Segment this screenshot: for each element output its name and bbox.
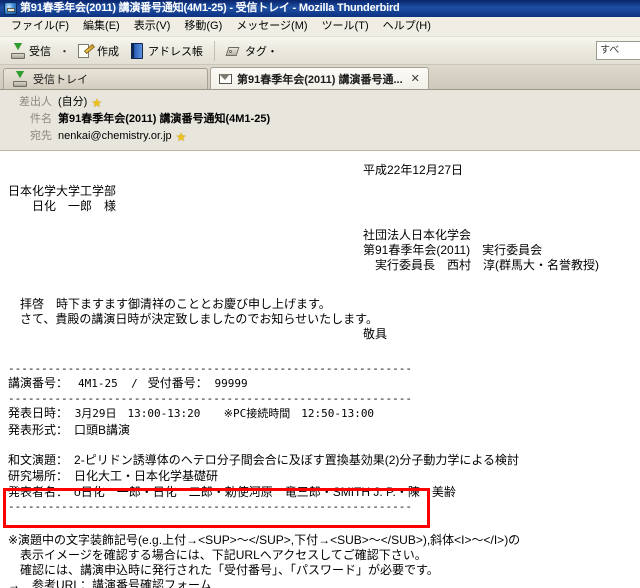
- menu-view[interactable]: 表示(V): [127, 18, 178, 35]
- spacer-3: [8, 273, 632, 287]
- to-star-icon[interactable]: ★: [176, 131, 187, 143]
- search-box-container: すべ: [596, 41, 640, 60]
- toolbar-divider: [214, 41, 215, 61]
- closing-word: 敬具: [8, 327, 632, 342]
- presentation-type-value: 口頭B講演: [74, 423, 130, 437]
- compose-button[interactable]: 作成: [73, 40, 124, 62]
- thunderbird-icon: [4, 2, 17, 15]
- tab-message-label: 第91春季年会(2011) 講演番号通...: [237, 71, 403, 87]
- address-book-button[interactable]: アドレス帳: [124, 40, 208, 62]
- authors-label: 発表者名：: [8, 485, 62, 499]
- header-row-to: 宛先 nenkai@chemistry.or.jp ★: [0, 128, 640, 145]
- menu-tools[interactable]: ツール(T): [315, 18, 376, 35]
- star-icon[interactable]: ★: [91, 97, 102, 109]
- tab-message[interactable]: 第91春季年会(2011) 講演番号通... ✕: [210, 67, 429, 89]
- tab-close-icon[interactable]: ✕: [411, 72, 420, 85]
- note-line-4: → 参考URL：講演番号確認フォーム: [8, 578, 632, 588]
- body-date: 平成22年12月27日: [8, 163, 632, 178]
- message-body-pane[interactable]: 平成22年12月27日 日本化学大学工学部 日化 一郎 様 社団法人日本化学会 …: [0, 151, 640, 588]
- menu-message[interactable]: メッセージ(M): [229, 18, 314, 35]
- lecture-number-row: 講演番号： 4M1-25 / 受付番号： 99999: [8, 375, 632, 392]
- title-jp-row: 和文演題： 2-ピリドン誘導体のヘテロ分子間会合に及ぼす置換基効果(2)分子動力…: [8, 452, 632, 468]
- menu-edit[interactable]: 編集(E): [76, 18, 127, 35]
- spacer-2: [8, 214, 632, 228]
- inbox-icon: [12, 71, 28, 87]
- note-line-2: 表示イメージを確認する場合には、下記URLへアクセスしてご確認下さい。: [8, 548, 632, 563]
- receipt-number-value: 99999: [214, 377, 247, 390]
- tag-icon: [226, 43, 242, 59]
- get-mail-dropdown-arrow[interactable]: ・: [56, 43, 73, 59]
- subject-label: 件名: [6, 112, 58, 127]
- message-body-content: 平成22年12月27日 日本化学大学工学部 日化 一郎 様 社団法人日本化学会 …: [0, 151, 640, 588]
- envelope-icon: [219, 74, 232, 84]
- window-title: 第91春季年会(2011) 講演番号通知(4M1-25) - 受信トレイ - M…: [20, 2, 400, 15]
- sender-committee: 第91春季年会(2011) 実行委員会: [8, 243, 632, 258]
- presentation-datetime-value: 3月29日 13:00-13:20: [75, 407, 201, 420]
- receipt-number-label: 受付番号：: [148, 376, 208, 390]
- main-toolbar: 受信 ・ 作成 アドレス帳 タグ・ すべ: [0, 37, 640, 65]
- tag-button[interactable]: タグ・: [221, 40, 283, 62]
- note-line-3: 確認には、講演申込時に発行された「受付番号」、「パスワード」が必要です。: [8, 563, 632, 578]
- presentation-type-row: 発表形式： 口頭B講演: [8, 422, 632, 438]
- search-input[interactable]: すべ: [596, 41, 640, 60]
- menu-bar: ファイル(F) 編集(E) 表示(V) 移動(G) メッセージ(M) ツール(T…: [0, 17, 640, 37]
- spacer-4: [8, 287, 632, 297]
- pc-connection-note: ※PC接続時間 12:50-13:00: [224, 407, 374, 420]
- divider-top: ----------------------------------------…: [8, 362, 632, 375]
- window-title-bar: 第91春季年会(2011) 講演番号通知(4M1-25) - 受信トレイ - M…: [0, 0, 640, 17]
- from-label: 差出人: [6, 95, 58, 110]
- get-mail-button[interactable]: 受信: [5, 40, 56, 62]
- menu-go[interactable]: 移動(G): [177, 18, 229, 35]
- get-mail-label: 受信: [29, 43, 51, 59]
- divider-mid: ----------------------------------------…: [8, 392, 632, 405]
- authors-row: 発表者名： o日化 一郎・日化 二郎・勅使河原 竜三郎・SMITH J. P.・…: [8, 484, 632, 500]
- tag-label: タグ・: [245, 43, 278, 59]
- slash-separator: /: [131, 377, 138, 390]
- compose-icon: [78, 43, 94, 59]
- authors-value: o日化 一郎・日化 二郎・勅使河原 竜三郎・SMITH J. P.・陳 美齢: [74, 485, 456, 499]
- recipient-name: 日化 一郎 様: [8, 199, 632, 214]
- compose-label: 作成: [97, 43, 119, 59]
- divider-bottom: ----------------------------------------…: [8, 500, 632, 513]
- title-jp-value: 2-ピリドン誘導体のヘテロ分子間会合に及ぼす置換基効果(2)分子動力学による検討: [74, 453, 519, 467]
- from-value: (自分): [58, 95, 87, 110]
- greeting-line-2: さて、貴殿の講演日時が決定致しましたのでお知らせいたします。: [8, 312, 632, 327]
- menu-help[interactable]: ヘルプ(H): [376, 18, 438, 35]
- sender-organization: 社団法人日本化学会: [8, 228, 632, 243]
- affiliation-value: 日化大工・日本化学基礎研: [74, 469, 218, 483]
- affiliation-label: 研究場所：: [8, 469, 62, 483]
- sender-chairman: 実行委員長 西村 淳(群馬大・名誉教授): [8, 258, 632, 273]
- title-jp-label: 和文演題：: [8, 453, 62, 467]
- lecture-number-value: 4M1-25: [78, 377, 118, 390]
- presentation-type-label: 発表形式：: [8, 423, 62, 437]
- presentation-datetime-label: 発表日時：: [8, 406, 68, 420]
- spacer-8: [8, 513, 632, 527]
- affiliation-row: 研究場所： 日化大工・日本化学基礎研: [8, 468, 632, 484]
- spacer-7: [8, 438, 632, 452]
- recipient-organization: 日本化学大学工学部: [8, 184, 632, 199]
- header-row-from: 差出人 (自分) ★: [0, 94, 640, 111]
- get-mail-icon: [10, 43, 26, 59]
- presentation-datetime-row: 発表日時： 3月29日 13:00-13:20 ※PC接続時間 12:50-13…: [8, 405, 632, 422]
- to-label: 宛先: [6, 129, 58, 144]
- tab-inbox-label: 受信トレイ: [33, 71, 88, 87]
- message-header-pane: 差出人 (自分) ★ 件名 第91春季年会(2011) 講演番号通知(4M1-2…: [0, 90, 640, 151]
- header-row-subject: 件名 第91春季年会(2011) 講演番号通知(4M1-25): [0, 111, 640, 128]
- address-book-label: アドレス帳: [148, 43, 203, 59]
- greeting-line-1: 拝啓 時下ますます御清祥のこととお慶び申し上げます。: [8, 297, 632, 312]
- tab-inbox[interactable]: 受信トレイ: [3, 68, 208, 89]
- subject-value: 第91春季年会(2011) 講演番号通知(4M1-25): [58, 112, 270, 127]
- note-line-1: ※演題中の文字装飾記号(e.g.上付→<SUP>〜</SUP>,下付→<SUB>…: [8, 533, 632, 548]
- tab-strip: 受信トレイ 第91春季年会(2011) 講演番号通... ✕: [0, 65, 640, 90]
- spacer-5: [8, 342, 632, 356]
- to-value: nenkai@chemistry.or.jp: [58, 129, 172, 144]
- address-book-icon: [129, 43, 145, 59]
- lecture-number-label: 講演番号：: [8, 376, 68, 390]
- thunderbird-window: 第91春季年会(2011) 講演番号通知(4M1-25) - 受信トレイ - M…: [0, 0, 640, 588]
- menu-file[interactable]: ファイル(F): [4, 18, 76, 35]
